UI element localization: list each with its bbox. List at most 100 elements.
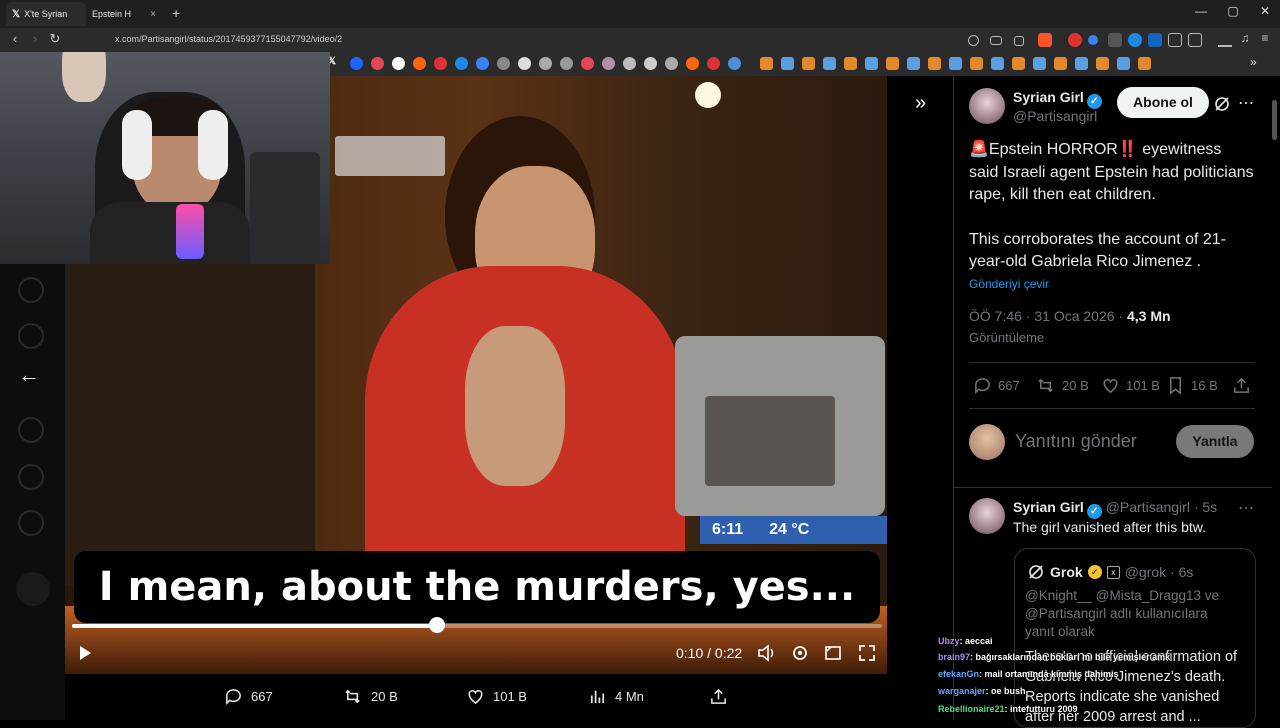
communities-icon[interactable] (18, 417, 44, 443)
forward-icon[interactable]: › (26, 31, 44, 46)
bookmark-icon[interactable] (949, 57, 962, 70)
bookmark-icon[interactable] (1138, 57, 1151, 70)
bookmark-icon[interactable] (1054, 57, 1067, 70)
reply-more-icon[interactable]: ⋯ (1238, 498, 1254, 518)
bookmark-icon[interactable] (665, 57, 678, 70)
bookmark-icon[interactable] (802, 57, 815, 70)
bookmark-icon[interactable] (518, 57, 531, 70)
bookmark-icon[interactable] (728, 57, 741, 70)
bookmark-icon[interactable] (1096, 57, 1109, 70)
fullscreen-icon[interactable] (859, 645, 875, 666)
bookmark-icon[interactable] (865, 57, 878, 70)
video-like-button[interactable]: 101 B (466, 687, 527, 706)
chat-username[interactable]: warganajer (938, 686, 986, 696)
close-window-button[interactable]: ✕ (1250, 4, 1280, 18)
bookmark-icon[interactable] (539, 57, 552, 70)
sidebar-icon[interactable] (1188, 33, 1202, 47)
maximize-button[interactable]: ▢ (1218, 4, 1248, 18)
bookmark-icon[interactable] (434, 57, 447, 70)
like-button[interactable]: 101 B (1101, 376, 1160, 395)
video-repost-button[interactable]: 20 B (344, 687, 398, 706)
cast-icon[interactable] (990, 36, 1002, 45)
bookmark-icon[interactable] (707, 57, 720, 70)
bookmark-icon[interactable] (781, 57, 794, 70)
video-reply-button[interactable]: 667 (224, 687, 273, 706)
author-name[interactable]: Syrian Girl ✓ (1013, 89, 1102, 109)
bookmark-icon[interactable] (844, 57, 857, 70)
back-arrow-icon[interactable]: ← (18, 362, 40, 388)
zoom-icon[interactable] (968, 35, 979, 46)
bookmark-icon[interactable] (413, 57, 426, 70)
bookmark-icon[interactable] (760, 57, 773, 70)
bookmark-icon[interactable] (602, 57, 615, 70)
reload-icon[interactable]: ↻ (46, 31, 64, 47)
share-button[interactable] (1232, 376, 1251, 395)
bookmark-icon[interactable] (371, 57, 384, 70)
settings-gear-icon[interactable] (791, 644, 809, 667)
share-icon[interactable] (1014, 36, 1024, 46)
download-icon[interactable] (1218, 33, 1232, 47)
reply-button[interactable]: 667 (973, 376, 1020, 395)
bookmark-icon[interactable] (455, 57, 468, 70)
chat-username[interactable]: Ubzy (938, 636, 960, 646)
tab-syrian-girl[interactable]: 𝕏 X'te Syrian (6, 2, 86, 26)
extension-icon[interactable] (1088, 35, 1098, 45)
close-tab-icon[interactable]: × (150, 9, 156, 20)
notifications-icon[interactable] (18, 277, 44, 303)
author-handle[interactable]: @Partisangirl (1013, 108, 1097, 124)
volume-icon[interactable] (757, 644, 777, 667)
repost-button[interactable]: 20 B (1037, 376, 1089, 395)
bookmark-icon[interactable] (928, 57, 941, 70)
more-bookmarks-icon[interactable]: » (1250, 55, 1257, 69)
account-avatar[interactable] (16, 572, 50, 606)
more-icon[interactable] (18, 510, 44, 536)
bookmark-icon[interactable] (823, 57, 836, 70)
profile-icon[interactable] (18, 464, 44, 490)
bookmark-icon[interactable] (644, 57, 657, 70)
minimize-button[interactable]: — (1186, 4, 1216, 18)
author-avatar[interactable] (969, 88, 1005, 124)
scrollbar[interactable] (1272, 100, 1277, 140)
bookmark-button[interactable]: 16 B (1166, 376, 1218, 395)
bookmark-icon[interactable] (1033, 57, 1046, 70)
chat-username[interactable]: efekanGn (938, 669, 979, 679)
scrubber-handle[interactable] (428, 617, 445, 633)
tweet-timestamp[interactable]: ÖÖ 7:46 · 31 Oca 2026 · (969, 308, 1127, 324)
chat-username[interactable]: brain97 (938, 652, 970, 662)
bookmark-icon[interactable] (1117, 57, 1130, 70)
reply-author-avatar[interactable] (969, 498, 1005, 534)
bookmark-icon[interactable] (886, 57, 899, 70)
bookmark-icon[interactable] (970, 57, 983, 70)
video-views-button[interactable]: 4 Mn (588, 687, 644, 706)
extension-icon[interactable] (1068, 33, 1082, 47)
expand-panel-icon[interactable]: » (915, 92, 926, 115)
bookmark-icon[interactable] (350, 57, 363, 70)
extension-icon[interactable] (1148, 33, 1162, 47)
extension-icon[interactable] (1108, 33, 1122, 47)
bookmark-icon[interactable] (991, 57, 1004, 70)
puzzle-icon[interactable] (1168, 33, 1182, 47)
more-options-icon[interactable]: ⋯ (1238, 93, 1254, 113)
bookmark-icon[interactable] (623, 57, 636, 70)
reply-input[interactable]: Yanıtını gönder (1015, 431, 1137, 452)
back-icon[interactable]: ‹ (6, 31, 24, 46)
url-input[interactable]: x.com/Partisangirl/status/20174593771550… (115, 34, 342, 44)
bookmark-icon[interactable] (1012, 57, 1025, 70)
bookmark-icon[interactable] (686, 57, 699, 70)
follow-button[interactable]: Abone ol (1117, 87, 1209, 118)
bookmark-icon[interactable] (497, 57, 510, 70)
bookmark-icon[interactable] (476, 57, 489, 70)
translate-link[interactable]: Gönderiyi çevir (969, 277, 1049, 291)
bookmark-icon[interactable] (581, 57, 594, 70)
video-share-button[interactable] (709, 687, 728, 706)
grok-icon[interactable] (1213, 95, 1231, 118)
music-icon[interactable]: ♫ (1236, 31, 1254, 45)
bookmark-icon[interactable] (907, 57, 920, 70)
extension-icon[interactable] (1128, 33, 1142, 47)
new-tab-button[interactable]: + (172, 5, 180, 21)
reply-submit-button[interactable]: Yanıtla (1176, 425, 1254, 458)
menu-icon[interactable]: ≡ (1256, 31, 1274, 45)
reply-author[interactable]: Syrian Girl ✓ @Partisangirl · 5s (1013, 499, 1217, 519)
play-icon[interactable] (77, 645, 93, 665)
tab-epstein[interactable]: Epstein H × (86, 2, 162, 26)
